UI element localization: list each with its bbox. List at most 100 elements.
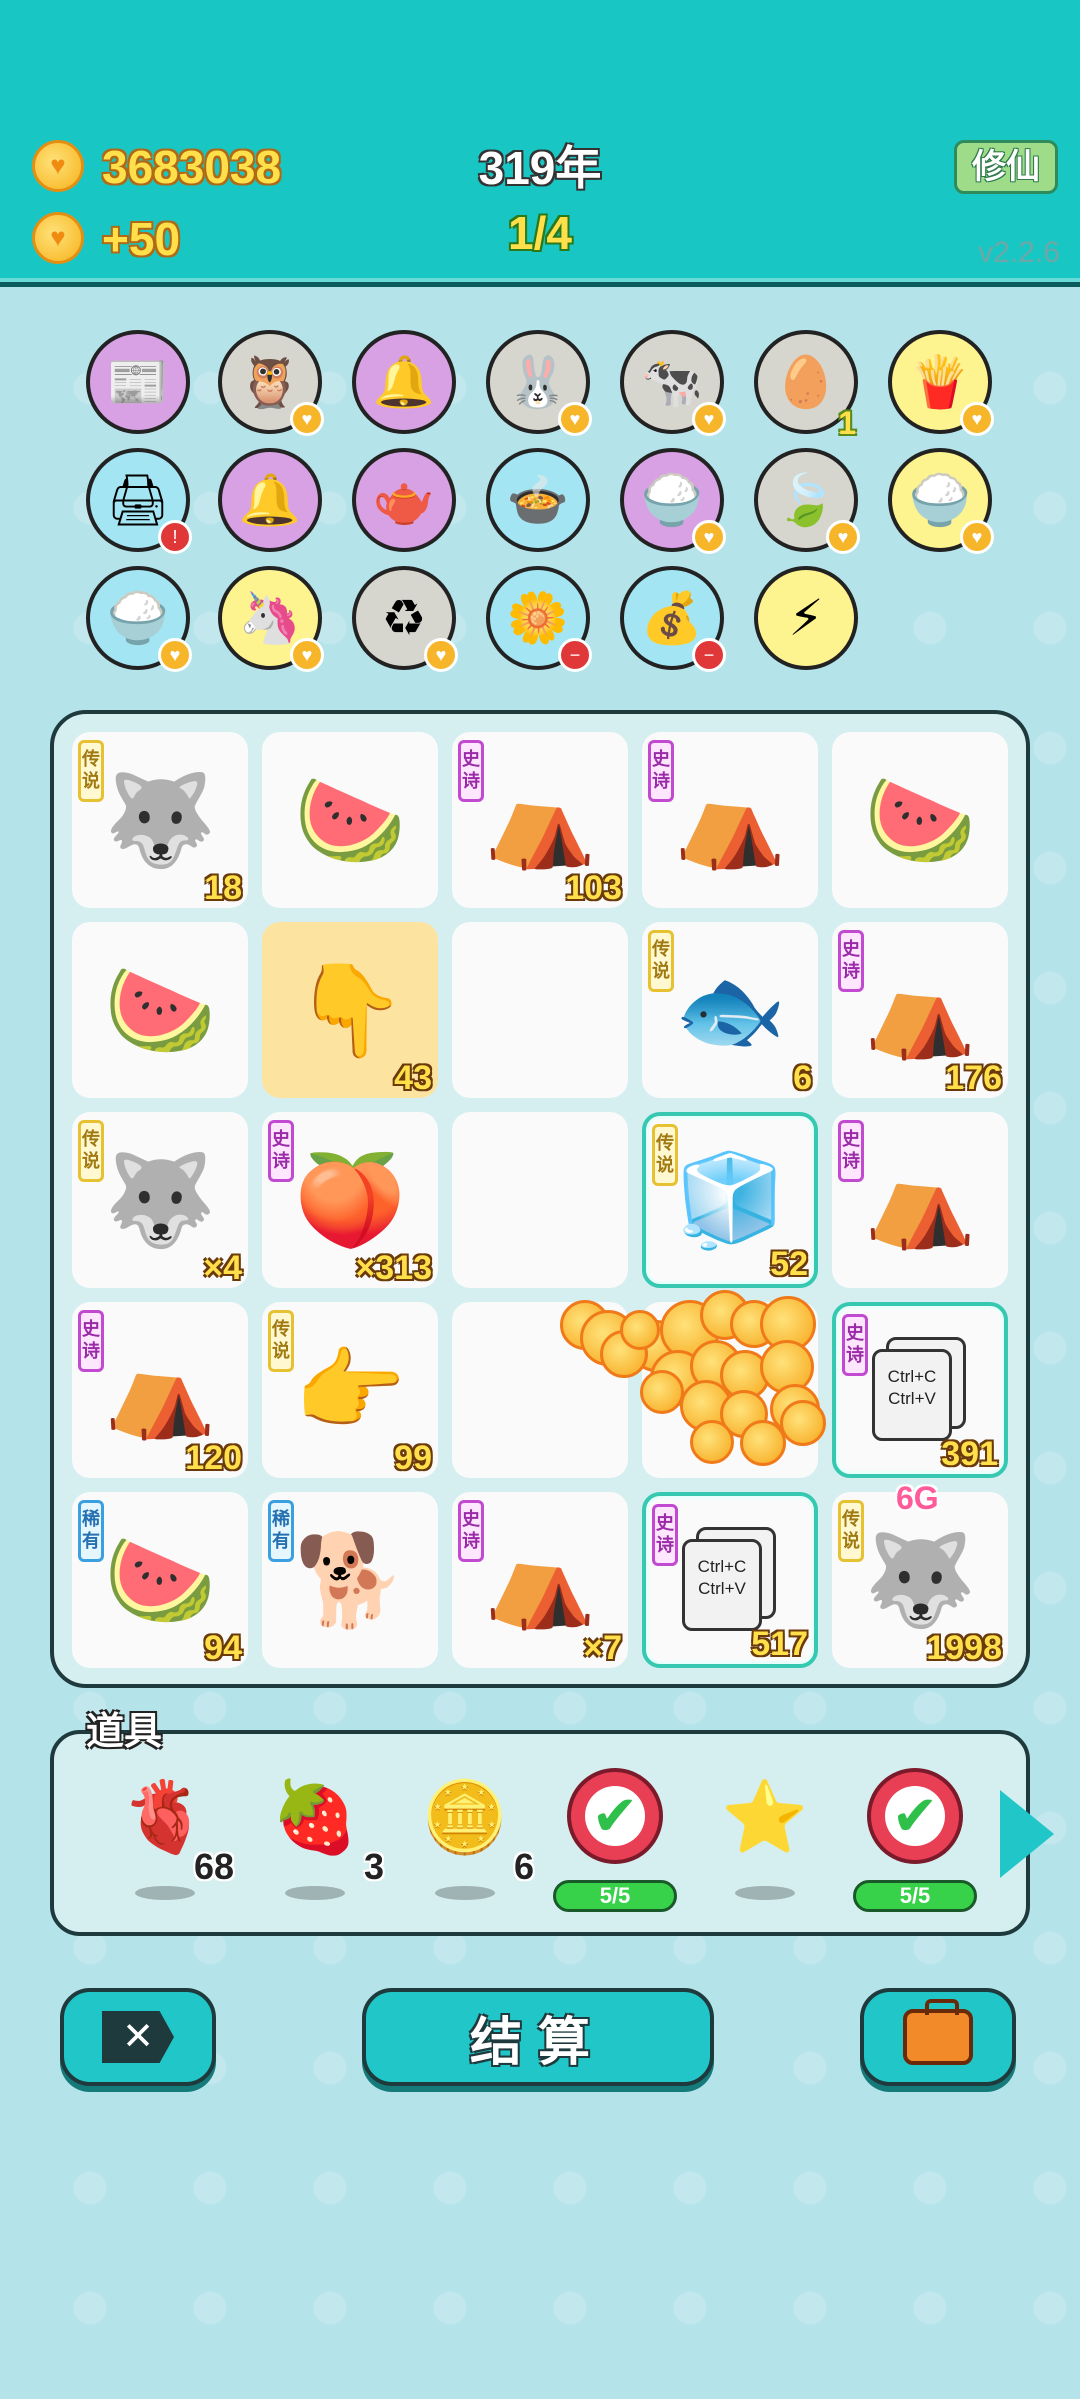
flying-coin-icon [620, 1310, 660, 1350]
paste-label: Ctrl+V [698, 1579, 746, 1598]
bell-icon[interactable]: 🔔 [218, 448, 322, 552]
pot-duck-icon-glyph: 🍲 [506, 471, 570, 528]
coin-badge-icon: ♥ [960, 520, 994, 554]
dollar-coin-icon: 🪙 [421, 1778, 509, 1856]
board-cell[interactable]: 🍉 [72, 922, 248, 1098]
cell-count: 120 [185, 1439, 242, 1477]
settle-label: 结算 [469, 2013, 606, 2072]
watermelon-icon: 🍉 [103, 960, 217, 1061]
arrow-right-icon[interactable] [1000, 1790, 1054, 1878]
gravy-boat-icon[interactable]: 🫖 [352, 448, 456, 552]
top-bar: 3683038 +50 319年 1/4 修仙 v2.2.6 [0, 0, 1080, 287]
paste-label: Ctrl+V [888, 1389, 936, 1408]
cultivation-button[interactable]: 修仙 [954, 140, 1058, 194]
cell-count: 517 [751, 1625, 808, 1663]
board-cell[interactable]: 🍑 史诗 ×313 [262, 1112, 438, 1288]
rice-bowl-icon[interactable]: 🍚 ♥ [888, 448, 994, 554]
board-cell[interactable]: ⛺ 史诗 ×7 [452, 1492, 628, 1668]
rarity-tag: 史诗 [78, 1310, 104, 1372]
board-cell[interactable]: 🍉 [832, 732, 1008, 908]
egg-tray-icon[interactable]: 🥚 1 [754, 330, 858, 441]
watermelon-icon: 🍉 [293, 770, 407, 871]
board-cell[interactable]: 🐕 稀有 [262, 1492, 438, 1668]
briefcase-button[interactable] [860, 1988, 1016, 2086]
cell-count: 1998 [926, 1629, 1002, 1667]
coin-badge-icon: ♥ [960, 402, 994, 436]
board-cell[interactable]: ⛺ 史诗 [642, 732, 818, 908]
item-charges: 5/5 [853, 1880, 977, 1912]
flower-pot-icon[interactable]: 🌼 − [486, 566, 592, 672]
recycle-icon[interactable]: ♻ ♥ [352, 566, 458, 672]
settle-button[interactable]: 结算 [362, 1988, 714, 2086]
cell-count: 103 [565, 869, 622, 907]
rabbit-icon[interactable]: 🐰 ♥ [486, 330, 592, 436]
printer-icon-glyph: 🖨 [106, 471, 170, 528]
header-divider [0, 278, 1080, 282]
board-cell[interactable]: ⛺ 史诗 [832, 1112, 1008, 1288]
owl-glasses-icon[interactable]: 🦉 ♥ [218, 330, 324, 436]
board-cell[interactable] [452, 922, 628, 1098]
item-slot[interactable]: 🪙 6 [410, 1772, 534, 1900]
fries-icon[interactable]: 🍟 ♥ [888, 330, 994, 436]
board-cell[interactable]: 👇 43 [262, 922, 438, 1098]
item-shadow [735, 1886, 795, 1900]
copy-sheet-front: Ctrl+C Ctrl+V [682, 1539, 762, 1631]
rice-bowl-icon[interactable]: 🍚 ♥ [86, 566, 192, 672]
item-slot[interactable]: 🍓 3 [260, 1772, 384, 1900]
flying-coin-icon [640, 1370, 684, 1414]
coin-icon [32, 140, 84, 192]
coin-total: 3683038 [102, 141, 282, 193]
board-cell[interactable]: 🐟 传说 6 [642, 922, 818, 1098]
copy-label: Ctrl+C [697, 1557, 747, 1576]
cell-count: ×4 [203, 1249, 242, 1287]
board-cell[interactable]: 🐺 传说 1998 [832, 1492, 1008, 1668]
empty-cell [452, 1112, 628, 1288]
item-count: 3 [363, 1846, 384, 1887]
rarity-tag: 史诗 [648, 740, 674, 802]
year-label: 319年 [478, 142, 602, 194]
board-cell[interactable]: ⛺ 史诗 176 [832, 922, 1008, 1098]
bell-icon[interactable]: 🔔 [352, 330, 456, 434]
board-cell[interactable]: ⛺ 史诗 120 [72, 1302, 248, 1478]
rice-bowl-icon-glyph: 🍚 [908, 471, 972, 528]
board-cell[interactable]: Ctrl+C Ctrl+V 史诗 391 [832, 1302, 1008, 1478]
leaf-icon[interactable]: 🍃 ♥ [754, 448, 860, 554]
cell-count: ×313 [355, 1249, 432, 1287]
rice-bowl-icon-glyph: 🍚 [640, 471, 704, 528]
coin-badge-icon: ♥ [290, 638, 324, 672]
buff-count: 1 [838, 405, 856, 441]
board-cell[interactable]: 🍉 [262, 732, 438, 908]
item-slot[interactable]: 5/5 [853, 1768, 977, 1912]
owl-glasses-icon-glyph: 🦉 [238, 353, 302, 410]
printer-icon[interactable]: 🖨! [86, 448, 192, 554]
board-cell[interactable]: ⛺ 史诗 103 [452, 732, 628, 908]
board-cell[interactable]: Ctrl+C Ctrl+V 史诗 517 [642, 1492, 818, 1668]
rarity-tag: 传说 [78, 740, 104, 802]
item-slot[interactable]: 5/5 [553, 1768, 677, 1912]
board-cell[interactable]: 🐺 传说 18 [72, 732, 248, 908]
egg-tray-icon-glyph: 🥚 [774, 353, 838, 410]
cell-count: 99 [394, 1439, 432, 1477]
time-magazine-icon[interactable]: 📰 [86, 330, 190, 434]
rice-bowl-icon[interactable]: 🍚 ♥ [620, 448, 726, 554]
exit-button[interactable]: ✕ [60, 1988, 216, 2086]
leaf-icon-glyph: 🍃 [774, 471, 838, 528]
coin-income: +50 [102, 213, 181, 265]
board-cell[interactable] [452, 1112, 628, 1288]
board-cell[interactable]: 🧊 传说 52 [642, 1112, 818, 1288]
rarity-tag: 史诗 [842, 1314, 868, 1376]
board-cell[interactable]: 🐺 传说 ×4 [72, 1112, 248, 1288]
cell-count: ×7 [583, 1629, 622, 1667]
top-cell-label: 6G [896, 1480, 939, 1516]
board-cell[interactable]: 👉 传说 99 [262, 1302, 438, 1478]
time-magazine-icon-glyph: 📰 [106, 353, 170, 410]
money-bag-icon[interactable]: 💰 − [620, 566, 726, 672]
item-slot[interactable]: 🫀 68 [110, 1772, 234, 1900]
item-slot[interactable]: ⭐ [710, 1772, 820, 1900]
cows-icon[interactable]: 🐄 ♥ [620, 330, 726, 436]
pot-duck-icon[interactable]: 🍲 [486, 448, 590, 552]
unicorn-icon[interactable]: 🦄 ♥ [218, 566, 324, 672]
board-cell[interactable]: 🍉 稀有 94 [72, 1492, 248, 1668]
lightning-icon[interactable]: ⚡ [754, 566, 858, 670]
coin-badge-icon: ♥ [158, 638, 192, 672]
